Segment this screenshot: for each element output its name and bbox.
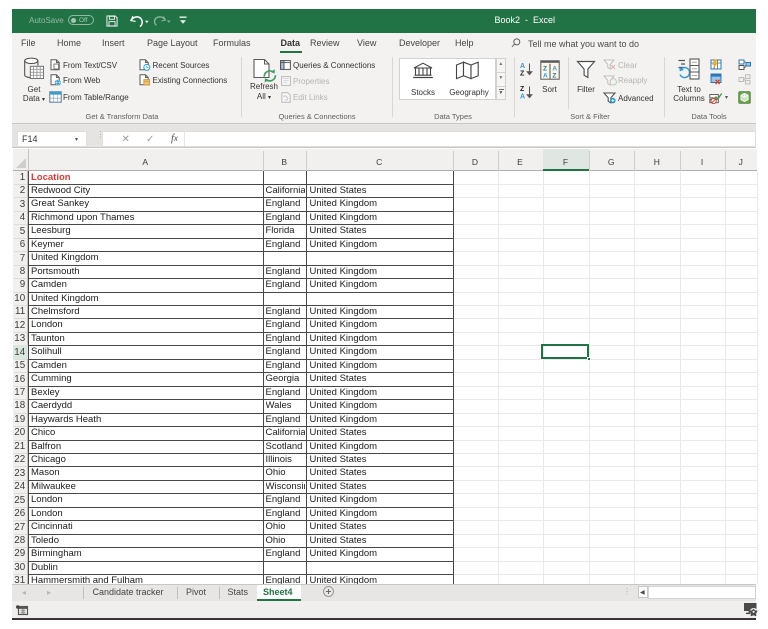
svg-text:Z: Z bbox=[552, 73, 556, 80]
svg-text:Z: Z bbox=[543, 66, 547, 73]
svg-text:A: A bbox=[520, 63, 525, 70]
svg-text:A: A bbox=[552, 66, 557, 73]
svg-text:Z: Z bbox=[520, 71, 525, 78]
svg-text:A: A bbox=[520, 94, 525, 101]
svg-text:A: A bbox=[543, 73, 548, 80]
svg-text:Z: Z bbox=[520, 86, 525, 93]
